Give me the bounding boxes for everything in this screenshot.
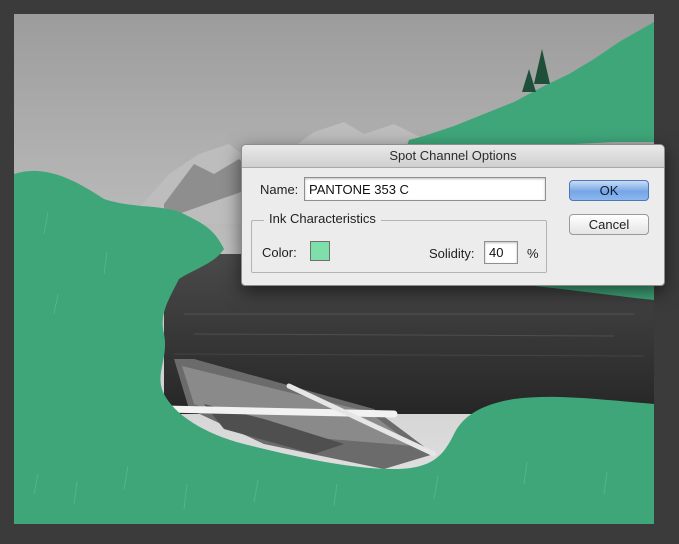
ok-button[interactable]: OK [569, 180, 649, 201]
solidity-label: Solidity: [429, 246, 475, 261]
solidity-input[interactable] [484, 241, 518, 264]
name-label: Name: [260, 182, 299, 197]
solidity-unit: % [527, 246, 539, 261]
spot-channel-options-dialog: Spot Channel Options Name: Ink Character… [241, 144, 665, 286]
ink-characteristics-title: Ink Characteristics [264, 211, 381, 226]
name-input[interactable] [304, 177, 546, 201]
color-swatch[interactable] [310, 241, 330, 261]
color-label: Color: [262, 245, 297, 260]
dialog-title[interactable]: Spot Channel Options [242, 145, 664, 168]
cancel-button[interactable]: Cancel [569, 214, 649, 235]
